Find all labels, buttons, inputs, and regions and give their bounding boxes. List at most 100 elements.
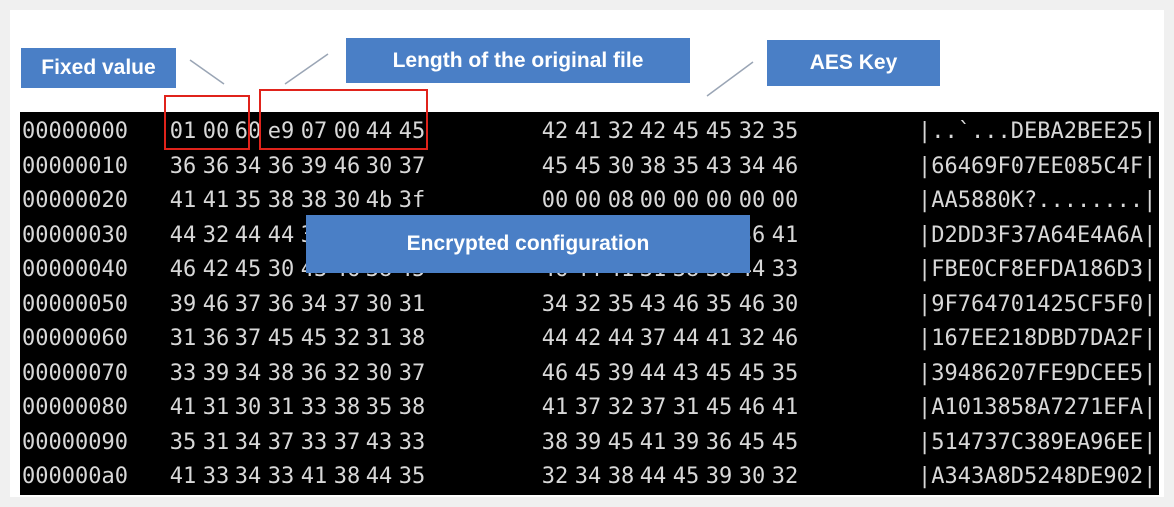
hexdump-byte: 32 — [738, 326, 766, 351]
hexdump-byte: 46 — [202, 291, 230, 317]
hexdump-byte: 45 — [234, 257, 262, 282]
hexdump-byte: 38 — [398, 395, 426, 420]
hexdump-byte: 39 — [705, 464, 733, 489]
hexdump-ascii: |39486207FE9DCEE5| — [918, 360, 1157, 386]
hexdump-byte: 41 — [169, 188, 197, 213]
hexdump-byte: 43 — [639, 291, 667, 317]
hexdump-row: 00000090 35 31 34 37 33 37 43 33 38 39 45 41 39 36 45 45… — [20, 426, 1159, 460]
hexdump-byte: 34 — [541, 291, 569, 317]
hexdump-byte: 41 — [541, 395, 569, 420]
hexdump-byte: 30 — [365, 153, 393, 179]
hexdump-byte: 45 — [771, 429, 799, 455]
hexdump-panel: 00000000 01 00 60 e9 07 00 44 45 42 41 32 42 45 45 32 35… — [20, 112, 1159, 495]
hexdump-byte: 37 — [398, 360, 426, 386]
hexdump-byte: 41 — [169, 395, 197, 420]
hexdump-offset: 000000a0 — [22, 464, 128, 489]
hexdump-byte: 44 — [607, 326, 635, 351]
hexdump-byte: 45 — [672, 464, 700, 489]
hexdump-byte: 37 — [333, 291, 361, 317]
hexdump-byte: 30 — [738, 464, 766, 489]
hexdump-byte: 38 — [333, 395, 361, 420]
hexdump-byte: 00 — [738, 188, 766, 213]
hexdump-byte: 37 — [234, 291, 262, 317]
hexdump-byte: 31 — [398, 291, 426, 317]
hexdump-byte: 44 — [365, 464, 393, 489]
hexdump-byte: 36 — [169, 153, 197, 179]
hexdump-byte: 33 — [169, 360, 197, 386]
encrypted-configuration-label: Encrypted configuration — [306, 215, 750, 273]
hexdump-byte: 38 — [607, 464, 635, 489]
hexdump-byte: 45 — [300, 326, 328, 351]
hexdump-byte: 45 — [705, 119, 733, 144]
hexdump-byte: 31 — [672, 395, 700, 420]
hexdump-byte: 35 — [169, 429, 197, 455]
hexdump-byte: 44 — [234, 222, 262, 248]
hexdump-byte: 45 — [574, 360, 602, 386]
hexdump-byte: 39 — [607, 360, 635, 386]
hexdump-byte: 00 — [541, 188, 569, 213]
hexdump-offset: 00000090 — [22, 429, 128, 455]
hexdump-byte: 32 — [202, 222, 230, 248]
hexdump-byte: 35 — [771, 360, 799, 386]
hexdump-ascii: |A343A8D5248DE902| — [918, 464, 1157, 489]
hexdump-byte: 31 — [267, 395, 295, 420]
hexdump-byte: 39 — [672, 429, 700, 455]
hexdump-ascii: |66469F07EE085C4F| — [918, 153, 1157, 179]
hexdump-byte: 34 — [234, 360, 262, 386]
hexdump-byte: 33 — [202, 464, 230, 489]
fixed-value-highlight — [164, 95, 250, 150]
hexdump-byte: 00 — [639, 188, 667, 213]
hexdump-byte: 41 — [300, 464, 328, 489]
hexdump-byte: 35 — [672, 153, 700, 179]
hexdump-byte: 08 — [607, 188, 635, 213]
hexdump-byte: 00 — [672, 188, 700, 213]
hexdump-byte: 37 — [234, 326, 262, 351]
hexdump-byte: 33 — [771, 257, 799, 282]
hexdump-byte: 37 — [398, 153, 426, 179]
hexdump-byte: 38 — [267, 360, 295, 386]
hexdump-byte: 38 — [300, 188, 328, 213]
hexdump-byte: 31 — [202, 429, 230, 455]
hexdump-ascii: |..`...DEBA2BEE25| — [918, 119, 1157, 144]
hexdump-byte: 42 — [639, 119, 667, 144]
hexdump-byte: 37 — [639, 326, 667, 351]
hexdump-byte: 45 — [267, 326, 295, 351]
hexdump-byte: 42 — [574, 326, 602, 351]
hexdump-ascii: |A1013858A7271EFA| — [918, 395, 1157, 420]
hexdump-row: 00000010 36 36 34 36 39 46 30 37 45 45 30 38 35 43 34 46… — [20, 150, 1159, 184]
hexdump-byte: 32 — [541, 464, 569, 489]
hexdump-byte: 30 — [333, 188, 361, 213]
hexdump-byte: 45 — [541, 153, 569, 179]
file-length-highlight — [259, 89, 428, 150]
hexdump-byte: 37 — [574, 395, 602, 420]
hexdump-byte: 46 — [672, 291, 700, 317]
hexdump-byte: 33 — [300, 395, 328, 420]
hexdump-ascii: |D2DD3F37A64E4A6A| — [918, 222, 1157, 248]
hexdump-byte: 4b — [365, 188, 393, 213]
hexdump-byte: 32 — [333, 326, 361, 351]
hexdump-byte: 41 — [639, 429, 667, 455]
hexdump-byte: 41 — [705, 326, 733, 351]
hexdump-byte: 33 — [300, 429, 328, 455]
hexdump-byte: 3f — [398, 188, 426, 213]
hexdump-byte: 46 — [738, 395, 766, 420]
hexdump-byte: 30 — [771, 291, 799, 317]
hexdump-byte: 39 — [169, 291, 197, 317]
hexdump-ascii: |FBE0CF8EFDA186D3| — [918, 257, 1157, 282]
hexdump-byte: 45 — [705, 395, 733, 420]
hexdump-byte: 43 — [705, 153, 733, 179]
hexdump-byte: 32 — [574, 291, 602, 317]
hexdump-byte: 34 — [234, 429, 262, 455]
hexdump-ascii: |9F764701425CF5F0| — [918, 291, 1157, 317]
hexdump-byte: 33 — [267, 464, 295, 489]
hexdump-byte: 39 — [300, 153, 328, 179]
hexdump-byte: 38 — [333, 464, 361, 489]
hexdump-byte: 46 — [771, 326, 799, 351]
hexdump-byte: 43 — [672, 360, 700, 386]
hexdump-byte: 38 — [541, 429, 569, 455]
hexdump-byte: 35 — [365, 395, 393, 420]
hexdump-byte: 41 — [771, 222, 799, 248]
hexdump-byte: 33 — [398, 429, 426, 455]
hexdump-byte: 41 — [771, 395, 799, 420]
hexdump-byte: 43 — [365, 429, 393, 455]
